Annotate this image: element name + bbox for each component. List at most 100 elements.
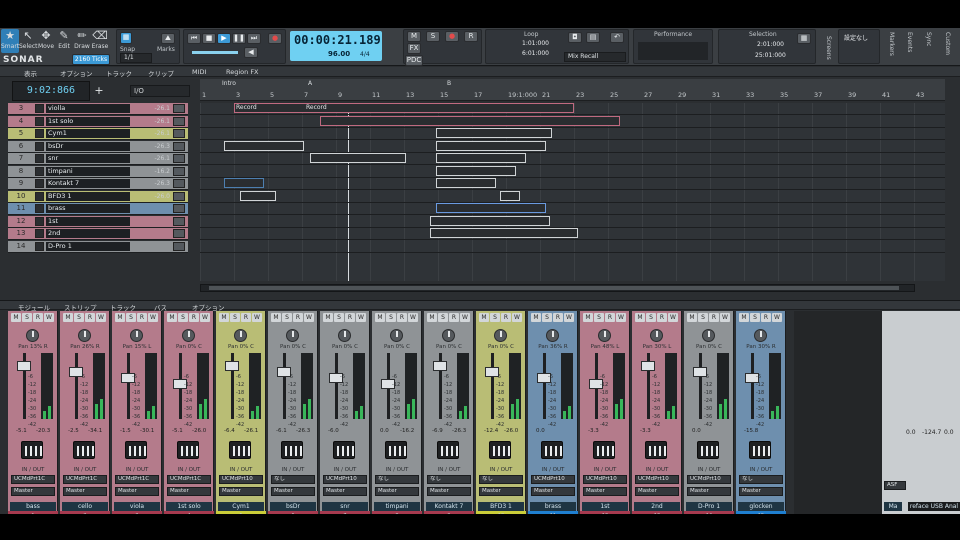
strip-button-r[interactable]: R xyxy=(137,313,147,322)
track-mute-box[interactable] xyxy=(173,204,185,213)
track-volume[interactable]: -26.1 xyxy=(134,129,170,138)
track-row[interactable]: 12 1st xyxy=(8,215,188,228)
tempo[interactable]: 96.00 xyxy=(328,50,350,58)
instrument-icon[interactable] xyxy=(125,441,147,459)
input-select[interactable]: なし xyxy=(427,475,471,484)
strip-button-r[interactable]: R xyxy=(85,313,95,322)
track-row[interactable]: 7 snr -26.1 xyxy=(8,153,188,165)
clip[interactable] xyxy=(436,165,516,176)
undo-icon[interactable]: ↶ xyxy=(610,32,624,43)
track-volume[interactable]: -26.0 xyxy=(134,192,170,201)
strip-button-w[interactable]: W xyxy=(356,313,366,322)
clips-pane[interactable]: Record Record xyxy=(200,103,945,281)
track-name[interactable]: D-Pro 1 xyxy=(46,241,130,251)
strip-button-w[interactable]: W xyxy=(304,313,314,322)
strip-button-r[interactable]: R xyxy=(501,313,511,322)
track-lane[interactable] xyxy=(200,165,945,178)
strip-button-m[interactable]: M xyxy=(427,313,437,322)
position-slider[interactable] xyxy=(192,51,238,54)
strip-button-s[interactable]: S xyxy=(282,313,292,322)
track-row[interactable]: 10 BFD3 1 -26.0 xyxy=(8,190,188,203)
pan-knob[interactable] xyxy=(234,329,247,342)
stop-icon[interactable]: ■ xyxy=(202,33,216,44)
pan-knob[interactable] xyxy=(182,329,195,342)
track-name[interactable]: BFD3 1 xyxy=(46,191,130,201)
strip-button-r[interactable]: R xyxy=(33,313,43,322)
strip-button-m[interactable]: M xyxy=(375,313,385,322)
loop-start[interactable]: 1:01:000 xyxy=(522,40,549,47)
track-lane[interactable] xyxy=(200,241,945,253)
track-name[interactable]: Cym1 xyxy=(46,129,130,138)
strip-button-r[interactable]: R xyxy=(449,313,459,322)
track-lane[interactable] xyxy=(200,203,945,215)
strip-button-m[interactable]: M xyxy=(219,313,229,322)
strip-name[interactable]: timpani xyxy=(374,502,420,511)
selection-end[interactable]: 25:01:000 xyxy=(755,52,786,59)
track-mute-box[interactable] xyxy=(173,154,185,163)
track-name[interactable]: 2nd xyxy=(46,229,130,238)
strip-button-s[interactable]: S xyxy=(594,313,604,322)
strip-name[interactable]: glocken xyxy=(738,502,784,511)
pan-knob[interactable] xyxy=(702,329,715,342)
marks-icon[interactable]: ⛰ xyxy=(161,33,175,44)
clip[interactable] xyxy=(310,153,406,163)
strip-name[interactable]: viola xyxy=(114,502,160,511)
track-volume[interactable]: -26.3 xyxy=(134,179,170,188)
instrument-icon[interactable] xyxy=(437,441,459,459)
track-row[interactable]: 5 Cym1 -26.1 xyxy=(8,128,188,140)
instrument-icon[interactable] xyxy=(541,441,563,459)
instrument-icon[interactable] xyxy=(229,441,251,459)
marker-a[interactable]: A xyxy=(308,80,312,87)
track-volume[interactable]: -16.2 xyxy=(134,167,170,176)
volume-fader[interactable] xyxy=(17,361,31,371)
input-select[interactable]: UCMdPrt10 xyxy=(323,475,367,484)
volume-fader[interactable] xyxy=(225,361,239,371)
strip-button-s[interactable]: S xyxy=(490,313,500,322)
strip-button-s[interactable]: S xyxy=(178,313,188,322)
move-tool-button[interactable]: ✥ Move xyxy=(37,29,55,53)
strip-button-m[interactable]: M xyxy=(531,313,541,322)
horizontal-scrollbar[interactable] xyxy=(200,284,915,292)
track-mute-box[interactable] xyxy=(173,179,185,188)
track-lane[interactable] xyxy=(200,153,945,165)
strip-name[interactable]: bass xyxy=(10,502,56,511)
strip-button-m[interactable]: M xyxy=(63,313,73,322)
input-select[interactable]: なし xyxy=(375,475,419,484)
track-mute-box[interactable] xyxy=(173,104,185,113)
output-select[interactable]: Master xyxy=(11,487,55,496)
strip-button-s[interactable]: S xyxy=(750,313,760,322)
input-select[interactable]: UCMdPrt10 xyxy=(583,475,627,484)
marker-intro[interactable]: Intro xyxy=(222,80,236,87)
meter[interactable]: 4/4 xyxy=(360,51,370,58)
track-lane[interactable] xyxy=(200,115,945,128)
menu-clip[interactable]: クリップ xyxy=(148,68,174,78)
menu-midi[interactable]: MIDI xyxy=(192,68,206,76)
input-select[interactable]: UCMdPrt10 xyxy=(635,475,679,484)
strip-button-r[interactable]: R xyxy=(241,313,251,322)
strip-button-w[interactable]: W xyxy=(200,313,210,322)
track-mute-box[interactable] xyxy=(173,116,185,126)
instrument-icon[interactable] xyxy=(593,441,615,459)
instrument-icon[interactable] xyxy=(281,441,303,459)
track-row[interactable]: 4 1st solo -26.1 xyxy=(8,115,188,128)
menu-region-fx[interactable]: Region FX xyxy=(226,68,259,76)
track-volume[interactable]: -26.1 xyxy=(134,117,170,126)
track-lane[interactable] xyxy=(200,228,945,240)
input-select[interactable]: UCMdPrt1C xyxy=(167,475,211,484)
clip[interactable] xyxy=(436,153,526,163)
add-track-icon[interactable]: + xyxy=(93,85,105,97)
volume-fader[interactable] xyxy=(641,361,655,371)
strip-button-w[interactable]: W xyxy=(772,313,782,322)
pan-knob[interactable] xyxy=(26,329,39,342)
clip[interactable] xyxy=(240,190,276,201)
instrument-icon[interactable] xyxy=(21,441,43,459)
input-select[interactable]: UCMdPrt10 xyxy=(219,475,263,484)
forward-icon[interactable]: ⏭ xyxy=(247,33,261,44)
track-mute-box[interactable] xyxy=(173,141,185,151)
track-volume[interactable]: -26.1 xyxy=(134,154,170,163)
menu-view[interactable]: 表示 xyxy=(24,68,37,78)
strip-button-w[interactable]: W xyxy=(564,313,574,322)
instrument-icon[interactable] xyxy=(749,441,771,459)
pan-knob[interactable] xyxy=(78,329,91,342)
output-select[interactable]: Master xyxy=(323,487,367,496)
